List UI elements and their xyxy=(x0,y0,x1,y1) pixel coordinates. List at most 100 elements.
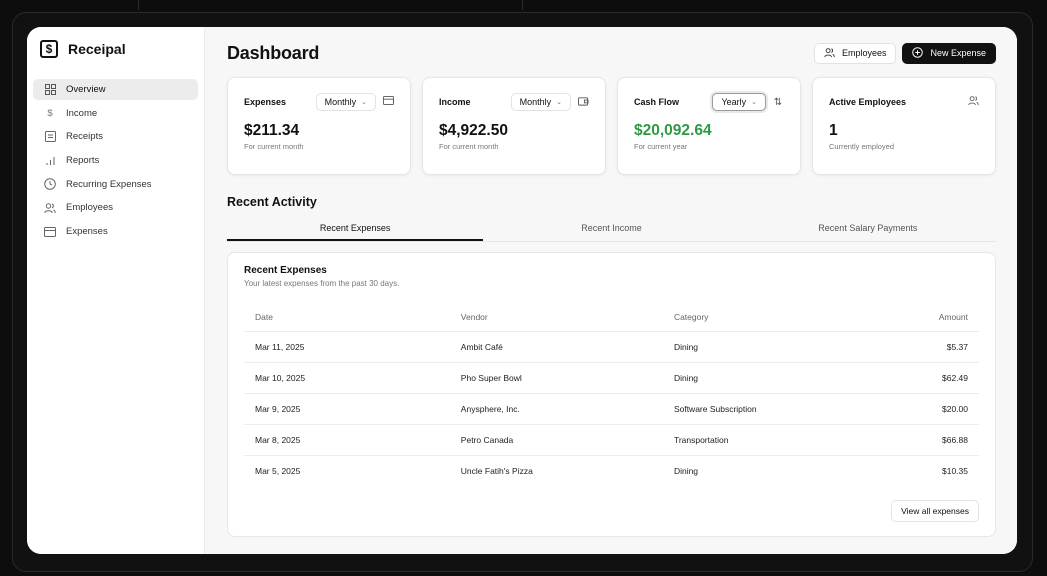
card-value: $4,922.50 xyxy=(439,122,508,139)
recent-activity-title: Recent Activity xyxy=(227,195,317,209)
sidebar-item-label: Receipts xyxy=(66,131,103,143)
grid-icon xyxy=(44,84,56,96)
wallet-icon xyxy=(577,96,589,109)
period-select-value: Monthly xyxy=(324,97,357,107)
window-top-edge xyxy=(138,0,523,10)
amount-cell: $10.35 xyxy=(942,466,968,477)
sidebar-item-label: Expenses xyxy=(66,226,108,238)
category-cell: Dining xyxy=(673,466,699,477)
users-icon xyxy=(44,202,56,214)
sidebar-item-label: Employees xyxy=(66,202,113,214)
sidebar-item-income[interactable]: $ Income xyxy=(33,103,198,124)
card-controls: Monthly ⌄ xyxy=(315,93,394,111)
card-value: 1 xyxy=(829,122,838,139)
receipt-icon xyxy=(44,131,56,143)
cash-flow-card: Cash Flow Yearly ⌄ ⇅ $20,092.64 For curr… xyxy=(617,77,801,175)
sidebar-item-employees[interactable]: Employees xyxy=(33,197,198,218)
card-subtitle: Currently employed xyxy=(829,142,895,151)
summary-cards: Expenses Monthly ⌄ $211.34 For current m… xyxy=(227,77,996,175)
main-content: Dashboard Employees New Expense Expenses… xyxy=(205,27,1017,554)
sidebar-item-reports[interactable]: Reports xyxy=(33,150,198,171)
card-controls: Yearly ⌄ ⇅ xyxy=(712,93,784,111)
category-cell: Software Subscription xyxy=(662,393,876,425)
card-title: Cash Flow xyxy=(634,97,680,107)
sidebar: $ Receipal Overview $ Income Receipts Re… xyxy=(27,27,205,554)
panel-subtitle: Your latest expenses from the past 30 da… xyxy=(244,279,400,288)
expenses-card: Expenses Monthly ⌄ $211.34 For current m… xyxy=(227,77,411,175)
credit-card-icon xyxy=(44,226,56,238)
page-title: Dashboard xyxy=(227,42,320,63)
card-title: Expenses xyxy=(244,97,287,107)
vendor-cell: Anysphere, Inc. xyxy=(449,393,663,425)
brand[interactable]: $ Receipal xyxy=(33,39,198,59)
recent-expenses-panel: Recent Expenses Your latest expenses fro… xyxy=(227,252,996,537)
view-all-expenses-button[interactable]: View all expenses xyxy=(891,500,979,522)
chevron-down-icon: ⌄ xyxy=(556,99,562,106)
vendor-cell: Petro Canada xyxy=(449,424,663,456)
date-cell: Mar 10, 2025 xyxy=(244,362,450,394)
sidebar-item-expenses[interactable]: Expenses xyxy=(33,221,198,242)
sidebar-item-overview[interactable]: Overview xyxy=(33,79,198,100)
card-title: Active Employees xyxy=(829,97,907,107)
table-row[interactable]: Mar 5, 2025 Uncle Fatih's Pizza Dining $… xyxy=(244,456,979,487)
new-expense-button-label: New Expense xyxy=(930,48,986,58)
period-select[interactable]: Monthly ⌄ xyxy=(315,93,376,111)
date-cell: Mar 11, 2025 xyxy=(244,331,450,363)
column-header-date: Date xyxy=(244,302,450,332)
amount-cell: $66.88 xyxy=(875,424,979,456)
page-header: Dashboard Employees New Expense xyxy=(227,41,996,65)
vendor-cell: Pho Super Bowl xyxy=(449,362,663,394)
column-header-category: Category xyxy=(662,302,876,332)
card-header: Expenses Monthly ⌄ xyxy=(244,92,394,112)
tab-recent-salary-payments[interactable]: Recent Salary Payments xyxy=(740,218,996,241)
card-header: Active Employees xyxy=(829,92,979,112)
table-row[interactable]: Mar 8, 2025 Petro Canada Transportation … xyxy=(244,424,979,456)
card-value: $211.34 xyxy=(244,122,300,139)
bar-chart-icon xyxy=(44,155,56,167)
period-select[interactable]: Yearly ⌄ xyxy=(712,93,766,111)
clock-icon xyxy=(44,178,56,191)
date-cell: Mar 8, 2025 xyxy=(244,424,450,456)
arrows-up-down-icon: ⇅ xyxy=(773,96,783,108)
sidebar-item-label: Reports xyxy=(66,155,100,167)
card-header: Income Monthly ⌄ xyxy=(439,92,589,112)
category-cell: Dining xyxy=(662,362,876,394)
chevron-down-icon: ⌄ xyxy=(751,99,757,106)
employees-button[interactable]: Employees xyxy=(813,42,897,64)
app-window: $ Receipal Overview $ Income Receipts Re… xyxy=(27,27,1017,554)
sidebar-item-label: Overview xyxy=(66,84,106,95)
panel-title: Recent Expenses xyxy=(244,265,327,276)
plus-circle-icon xyxy=(912,46,924,60)
date-cell: Mar 5, 2025 xyxy=(255,466,301,477)
sidebar-item-recurring-expenses[interactable]: Recurring Expenses xyxy=(33,174,198,195)
column-header-vendor: Vendor xyxy=(449,302,663,332)
credit-card-icon xyxy=(382,96,394,108)
card-value: $20,092.64 xyxy=(634,122,712,139)
new-expense-button[interactable]: New Expense xyxy=(902,42,996,64)
employees-button-label: Employees xyxy=(841,48,887,58)
users-icon xyxy=(824,47,835,60)
period-select-value: Monthly xyxy=(519,97,552,107)
header-actions: Employees New Expense xyxy=(813,42,996,64)
income-card: Income Monthly ⌄ $4,922.50 For current m… xyxy=(422,77,606,175)
table-row[interactable]: Mar 10, 2025 Pho Super Bowl Dining $62.4… xyxy=(244,362,979,394)
amount-cell: $5.37 xyxy=(875,331,979,363)
period-select[interactable]: Monthly ⌄ xyxy=(510,93,571,111)
tab-recent-income[interactable]: Recent Income xyxy=(483,218,739,241)
vendor-cell: Uncle Fatih's Pizza xyxy=(460,466,533,477)
table-row[interactable]: Mar 9, 2025 Anysphere, Inc. Software Sub… xyxy=(244,393,979,425)
table-header-row: Date Vendor Category Amount xyxy=(244,302,979,332)
category-cell: Transportation xyxy=(662,424,876,456)
category-cell: Dining xyxy=(662,331,876,363)
users-icon xyxy=(967,95,979,109)
card-subtitle: For current month xyxy=(244,142,304,151)
table-row[interactable]: Mar 11, 2025 Ambit Café Dining $5.37 xyxy=(244,331,979,363)
tab-recent-expenses[interactable]: Recent Expenses xyxy=(227,218,484,241)
sidebar-item-label: Recurring Expenses xyxy=(66,178,152,190)
sidebar-item-receipts[interactable]: Receipts xyxy=(33,126,198,147)
card-title: Income xyxy=(439,97,471,107)
chevron-down-icon: ⌄ xyxy=(361,99,367,106)
amount-cell: $62.49 xyxy=(875,362,979,394)
vendor-cell: Ambit Café xyxy=(449,331,663,363)
dollar-box-logo-icon: $ xyxy=(40,40,58,58)
